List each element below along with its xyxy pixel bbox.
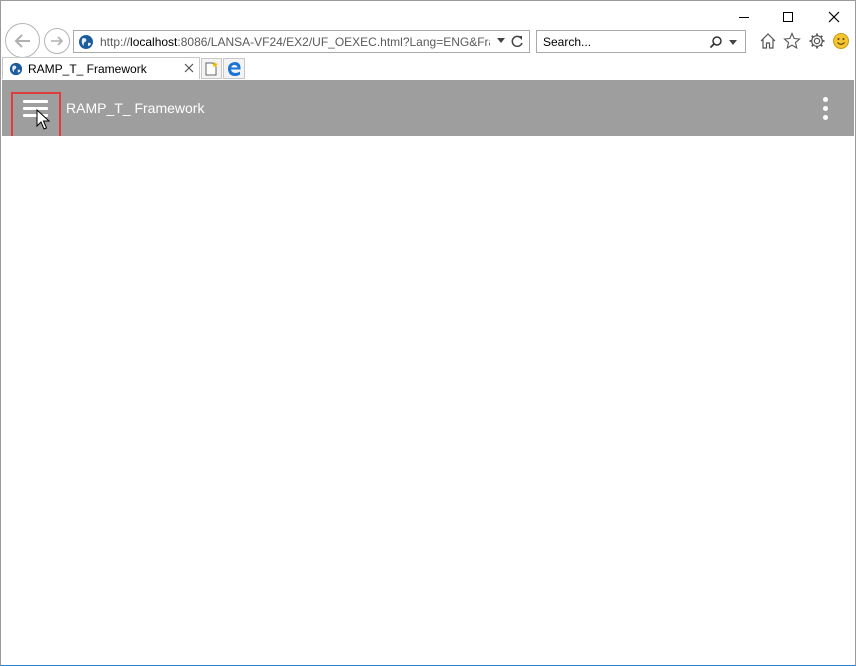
minimize-icon [739,17,749,18]
more-vertical-icon [823,97,828,102]
url-path: :8086/LANSA-VF24/EX2/UF_OEXEC.html?Lang=… [177,34,490,49]
browser-window: http://localhost:8086/LANSA-VF24/EX2/UF_… [0,0,856,666]
address-url: http://localhost:8086/LANSA-VF24/EX2/UF_… [100,35,490,49]
address-bar[interactable]: http://localhost:8086/LANSA-VF24/EX2/UF_… [73,30,530,53]
forward-arrow-icon [51,36,64,46]
hamburger-menu-icon [23,100,48,103]
search-icon[interactable] [709,35,723,49]
back-button[interactable] [5,23,40,58]
favorites-button[interactable] [782,31,802,51]
edge-icon [227,62,240,76]
more-vertical-icon-dot-3 [823,115,828,120]
tab-strip: RAMP_T_ Framework [1,57,855,79]
more-options-button[interactable] [820,96,832,122]
close-window-button[interactable] [820,5,848,29]
new-tab-button[interactable] [201,58,222,79]
chevron-down-icon[interactable] [497,38,505,44]
tab-ramp-framework[interactable]: RAMP_T_ Framework [2,57,200,79]
open-edge-button[interactable] [223,58,245,79]
refresh-icon[interactable] [510,34,524,49]
search-dropdown-icon[interactable] [729,40,737,46]
settings-button[interactable] [807,31,827,51]
back-arrow-icon [14,33,30,48]
minimize-button[interactable] [730,5,758,29]
app-header: RAMP_T_ Framework [2,80,854,141]
url-host: localhost [130,34,178,49]
smiley-icon [833,33,849,49]
close-icon [828,11,840,23]
tab-title: RAMP_T_ Framework [28,61,147,76]
star-icon [783,32,801,50]
globe-icon [79,34,93,49]
maximize-button[interactable] [774,5,802,29]
mouse-cursor-icon [36,109,50,130]
maximize-icon [783,12,793,22]
url-scheme: http:// [100,34,131,49]
app-title: RAMP_T_ Framework [66,100,205,116]
search-input[interactable] [543,35,703,49]
forward-button[interactable] [44,28,70,54]
home-button[interactable] [758,31,778,51]
home-icon [760,33,776,49]
search-box[interactable] [536,30,746,53]
gear-icon [809,33,825,49]
content-area [2,136,854,664]
feedback-button[interactable] [831,31,851,51]
globe-icon [9,62,23,75]
new-tab-icon [205,61,218,76]
tab-close-icon[interactable] [183,62,195,74]
more-vertical-icon-dot-2 [823,106,828,111]
